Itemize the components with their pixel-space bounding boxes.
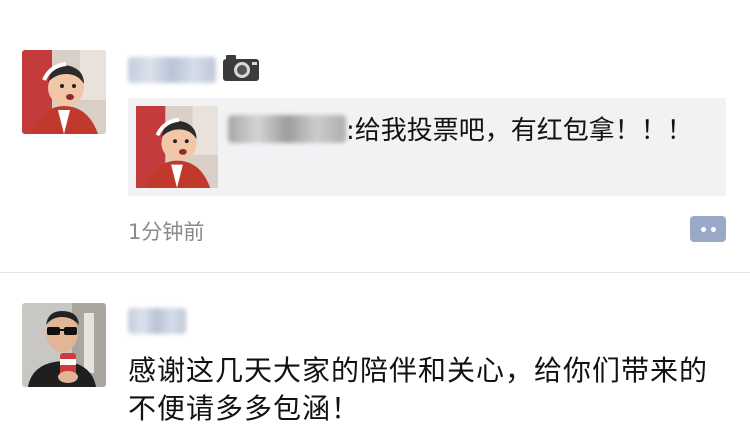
comment-dots-icon[interactable]: [690, 216, 726, 242]
shared-link-card[interactable]: :给我投票吧，有红包拿！！！: [128, 98, 726, 196]
post-timestamp: 1分钟前: [128, 220, 205, 244]
avatar-man[interactable]: [22, 303, 106, 387]
moment-post-1: :给我投票吧，有红包拿！！！ 1分钟前: [0, 0, 750, 272]
avatar-child[interactable]: [22, 50, 106, 134]
blurred-sender-name: [228, 115, 346, 143]
author-name-blurred[interactable]: [128, 54, 260, 86]
blurred-name-block: [128, 57, 216, 83]
shared-card-message: :给我投票吧，有红包拿！！！: [346, 116, 693, 146]
blurred-name-block-2: [128, 308, 186, 334]
shared-thumbnail: [136, 106, 218, 188]
camera-icon: [222, 54, 260, 86]
shared-card-text: :给我投票吧，有红包拿！！！: [228, 112, 708, 150]
author-name-blurred-2[interactable]: [128, 308, 186, 334]
post-body-text: 感谢这几天大家的陪伴和关心，给你们带来的不便请多多包涵！: [128, 354, 709, 425]
avatar-child-image: [22, 50, 106, 134]
avatar-man-image: [22, 303, 106, 387]
